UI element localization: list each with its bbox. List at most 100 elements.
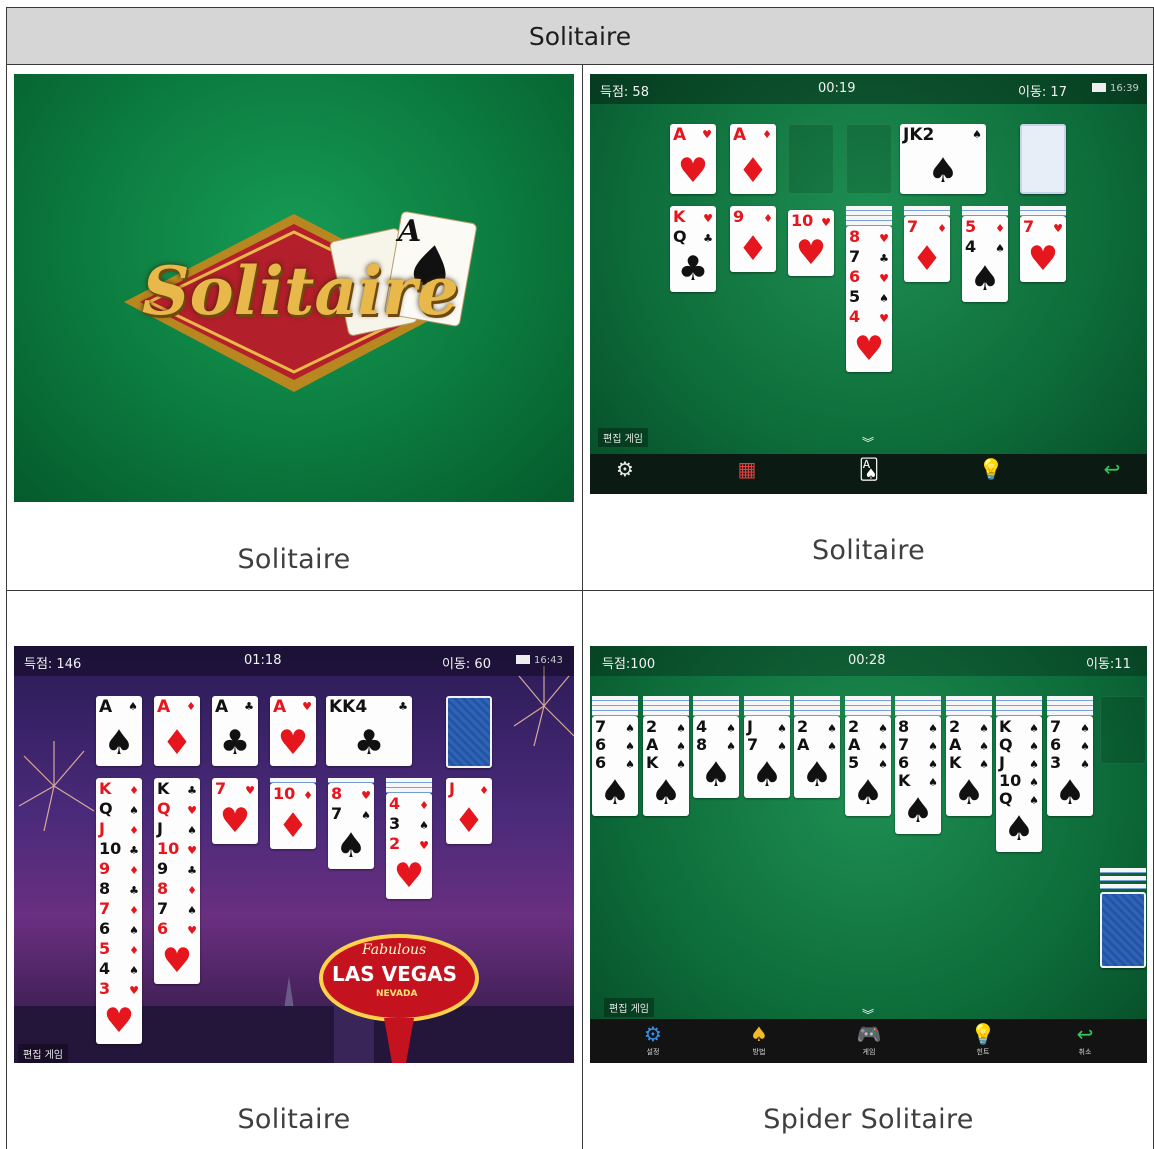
card-column[interactable]: 2 ♠ A ♠ ♠ [794,716,840,798]
card-suit-icon: ♥ [361,789,371,802]
card-rank: 9 [99,859,111,878]
card-suit-icon: ♥ [187,844,197,857]
card-column[interactable]: 7 ♥ ♥ [1020,216,1066,282]
card-column[interactable]: 8 ♠ 7 ♠ 6 ♠ K ♠ ♠ [895,716,941,834]
bottom-toolbar: ⚙ ▦ 🂡 💡 ↩ [590,454,1147,494]
card-suit-icon: ♠ [625,740,635,753]
card-rank: 7 [1050,717,1062,736]
card-rank: A [99,697,113,717]
card-rank: 7 [157,899,169,918]
playing-card[interactable]: A ♦ ♦ [154,696,200,766]
card-pip-icon: ♦ [161,723,193,763]
card-row: 7 ♠ [157,899,199,918]
card-pip-icon: ♠ [335,826,367,866]
card-rank: 7 [331,804,343,823]
playing-card[interactable]: A ♦ ♦ [730,124,776,194]
card-column[interactable]: J ♠ 7 ♠ ♠ [744,716,790,798]
sign-line2: LAS VEGAS [332,962,458,986]
card-suit-icon: ♠ [1029,740,1039,753]
gear-icon[interactable]: ⚙ [636,1022,670,1046]
lightbulb-icon[interactable]: 💡 [966,1022,1000,1046]
cards-icon[interactable]: 🂡 [852,457,886,481]
card-rank: JK2 [903,125,935,145]
playing-card[interactable]: A ♠ ♠ [96,696,142,766]
card-column[interactable]: 8 ♥ 7 ♣ 6 ♥ 5 ♠ 4 ♥ ♥ [846,226,892,372]
status-bar: 득점: 146 01:18 이동: 60 16:43 [14,646,574,676]
card-row: 5 ♦ [965,219,1007,236]
card-column[interactable]: 7 ♠ 6 ♠ 3 ♠ ♠ [1047,716,1093,816]
card-rank: 10 [791,211,814,230]
card-row: 6 ♠ [595,755,637,772]
card-pip-icon: ♠ [700,755,732,795]
column-divider [582,64,583,1149]
card-row: 6 ♠ [99,921,141,938]
card-row: 7 ♠ [595,719,637,736]
caption-4: Spider Solitaire [763,1104,974,1135]
calendar-icon[interactable]: ▦ [730,457,764,481]
card-suit-icon: ♠ [1080,740,1090,753]
card-pip-icon: ♠ [1003,809,1035,849]
card-suit-icon: ♦ [186,700,196,713]
playing-card[interactable]: A ♥ ♥ [670,124,716,194]
undo-icon[interactable]: ↩ [1068,1022,1102,1046]
card-pip-icon: ♠ [969,259,1001,299]
playing-card[interactable]: A ♣ ♣ [212,696,258,766]
card-suit-icon: ♠ [979,758,989,771]
stock-pile[interactable] [1020,124,1066,194]
card-row: 8 ♠ [696,735,738,754]
card-column[interactable]: 5 ♦ 4 ♠ ♠ [962,216,1008,302]
stock-pile[interactable] [446,696,492,768]
card-column[interactable]: 7 ♥ ♥ [212,778,258,844]
card-column[interactable]: 4 ♦ 3 ♠ 2 ♥ ♥ [386,793,432,899]
spade-icon[interactable]: ♠ [742,1022,776,1046]
card-column[interactable]: 7 ♦ ♦ [904,216,950,282]
gamepad-icon[interactable]: 🎮 [852,1022,886,1046]
card-column[interactable]: K ♥ Q ♣ ♣ [670,206,716,292]
playing-card[interactable]: KK4 ♣ ♣ [326,696,412,766]
card-rank: 10 [273,784,296,803]
card-row: 6 ♠ [595,737,637,754]
card-rank: K [99,779,112,798]
card-rank: 9 [157,859,169,878]
card-suit-icon: ♦ [129,904,139,917]
card-suit-icon: ♠ [878,758,888,771]
card-column[interactable]: K ♣ Q ♥ J ♠ 10 ♥ 9 ♣ 8 ♦ 7 ♠ 6 ♥ ♥ [154,778,200,984]
card-rank: 7 [747,735,759,754]
card-row: 3 ♥ [99,981,141,998]
card-rank: 4 [99,959,111,978]
lightbulb-icon[interactable]: 💡 [974,457,1008,481]
battery-icon [516,655,530,664]
card-pip-icon: ♠ [927,151,959,191]
card-column[interactable]: 2 ♠ A ♠ K ♠ ♠ [946,716,992,816]
card-suit-icon: ♠ [979,740,989,753]
card-column[interactable]: 10 ♦ ♦ [270,783,316,849]
card-rank: K [999,717,1012,736]
card-column[interactable]: 8 ♥ 7 ♠ ♠ [328,783,374,869]
sign-line1: Fabulous [362,942,427,958]
card-column[interactable]: 10 ♥ ♥ [788,210,834,276]
card-row: 10 ♠ [999,773,1041,790]
chevron-down-icon[interactable]: ︾ [862,434,874,451]
card-rank: 7 [215,779,227,798]
card-suit-icon: ♠ [1080,758,1090,771]
card-rank: Q [999,789,1013,808]
undo-icon[interactable]: ↩ [1095,457,1129,481]
stock-pile[interactable] [1100,868,1146,968]
card-column[interactable]: 4 ♠ 8 ♠ ♠ [693,716,739,798]
card-column[interactable]: 2 ♠ A ♠ 5 ♠ ♠ [845,716,891,816]
card-suit-icon: ♣ [129,884,139,897]
playing-card[interactable]: A ♥ ♥ [270,696,316,766]
gear-icon[interactable]: ⚙ [608,457,642,481]
card-rank: 8 [696,735,708,754]
card-column[interactable]: K ♠ Q ♠ J ♠ 10 ♠ Q ♠ ♠ [996,716,1042,852]
card-row: Q ♠ [999,737,1041,754]
card-column[interactable]: 2 ♠ A ♠ K ♠ ♠ [643,716,689,816]
card-row: 6 ♥ [849,269,891,286]
card-column[interactable]: 9 ♦ ♦ [730,206,776,272]
card-column[interactable]: K ♦ Q ♠ J ♦ 10 ♣ 9 ♦ 8 ♣ 7 ♦ 6 ♠ 5 ♦ 4 ♠ 3 ♥ ♥ [96,778,142,1044]
card-column[interactable]: 7 ♠ 6 ♠ 6 ♠ ♠ [592,716,638,816]
card-row: Q ♣ [673,229,715,246]
playing-card[interactable]: JK2 ♠ ♠ [900,124,986,194]
card-row: J ♠ [999,755,1041,772]
card-column[interactable]: J ♦ ♦ [446,778,492,844]
